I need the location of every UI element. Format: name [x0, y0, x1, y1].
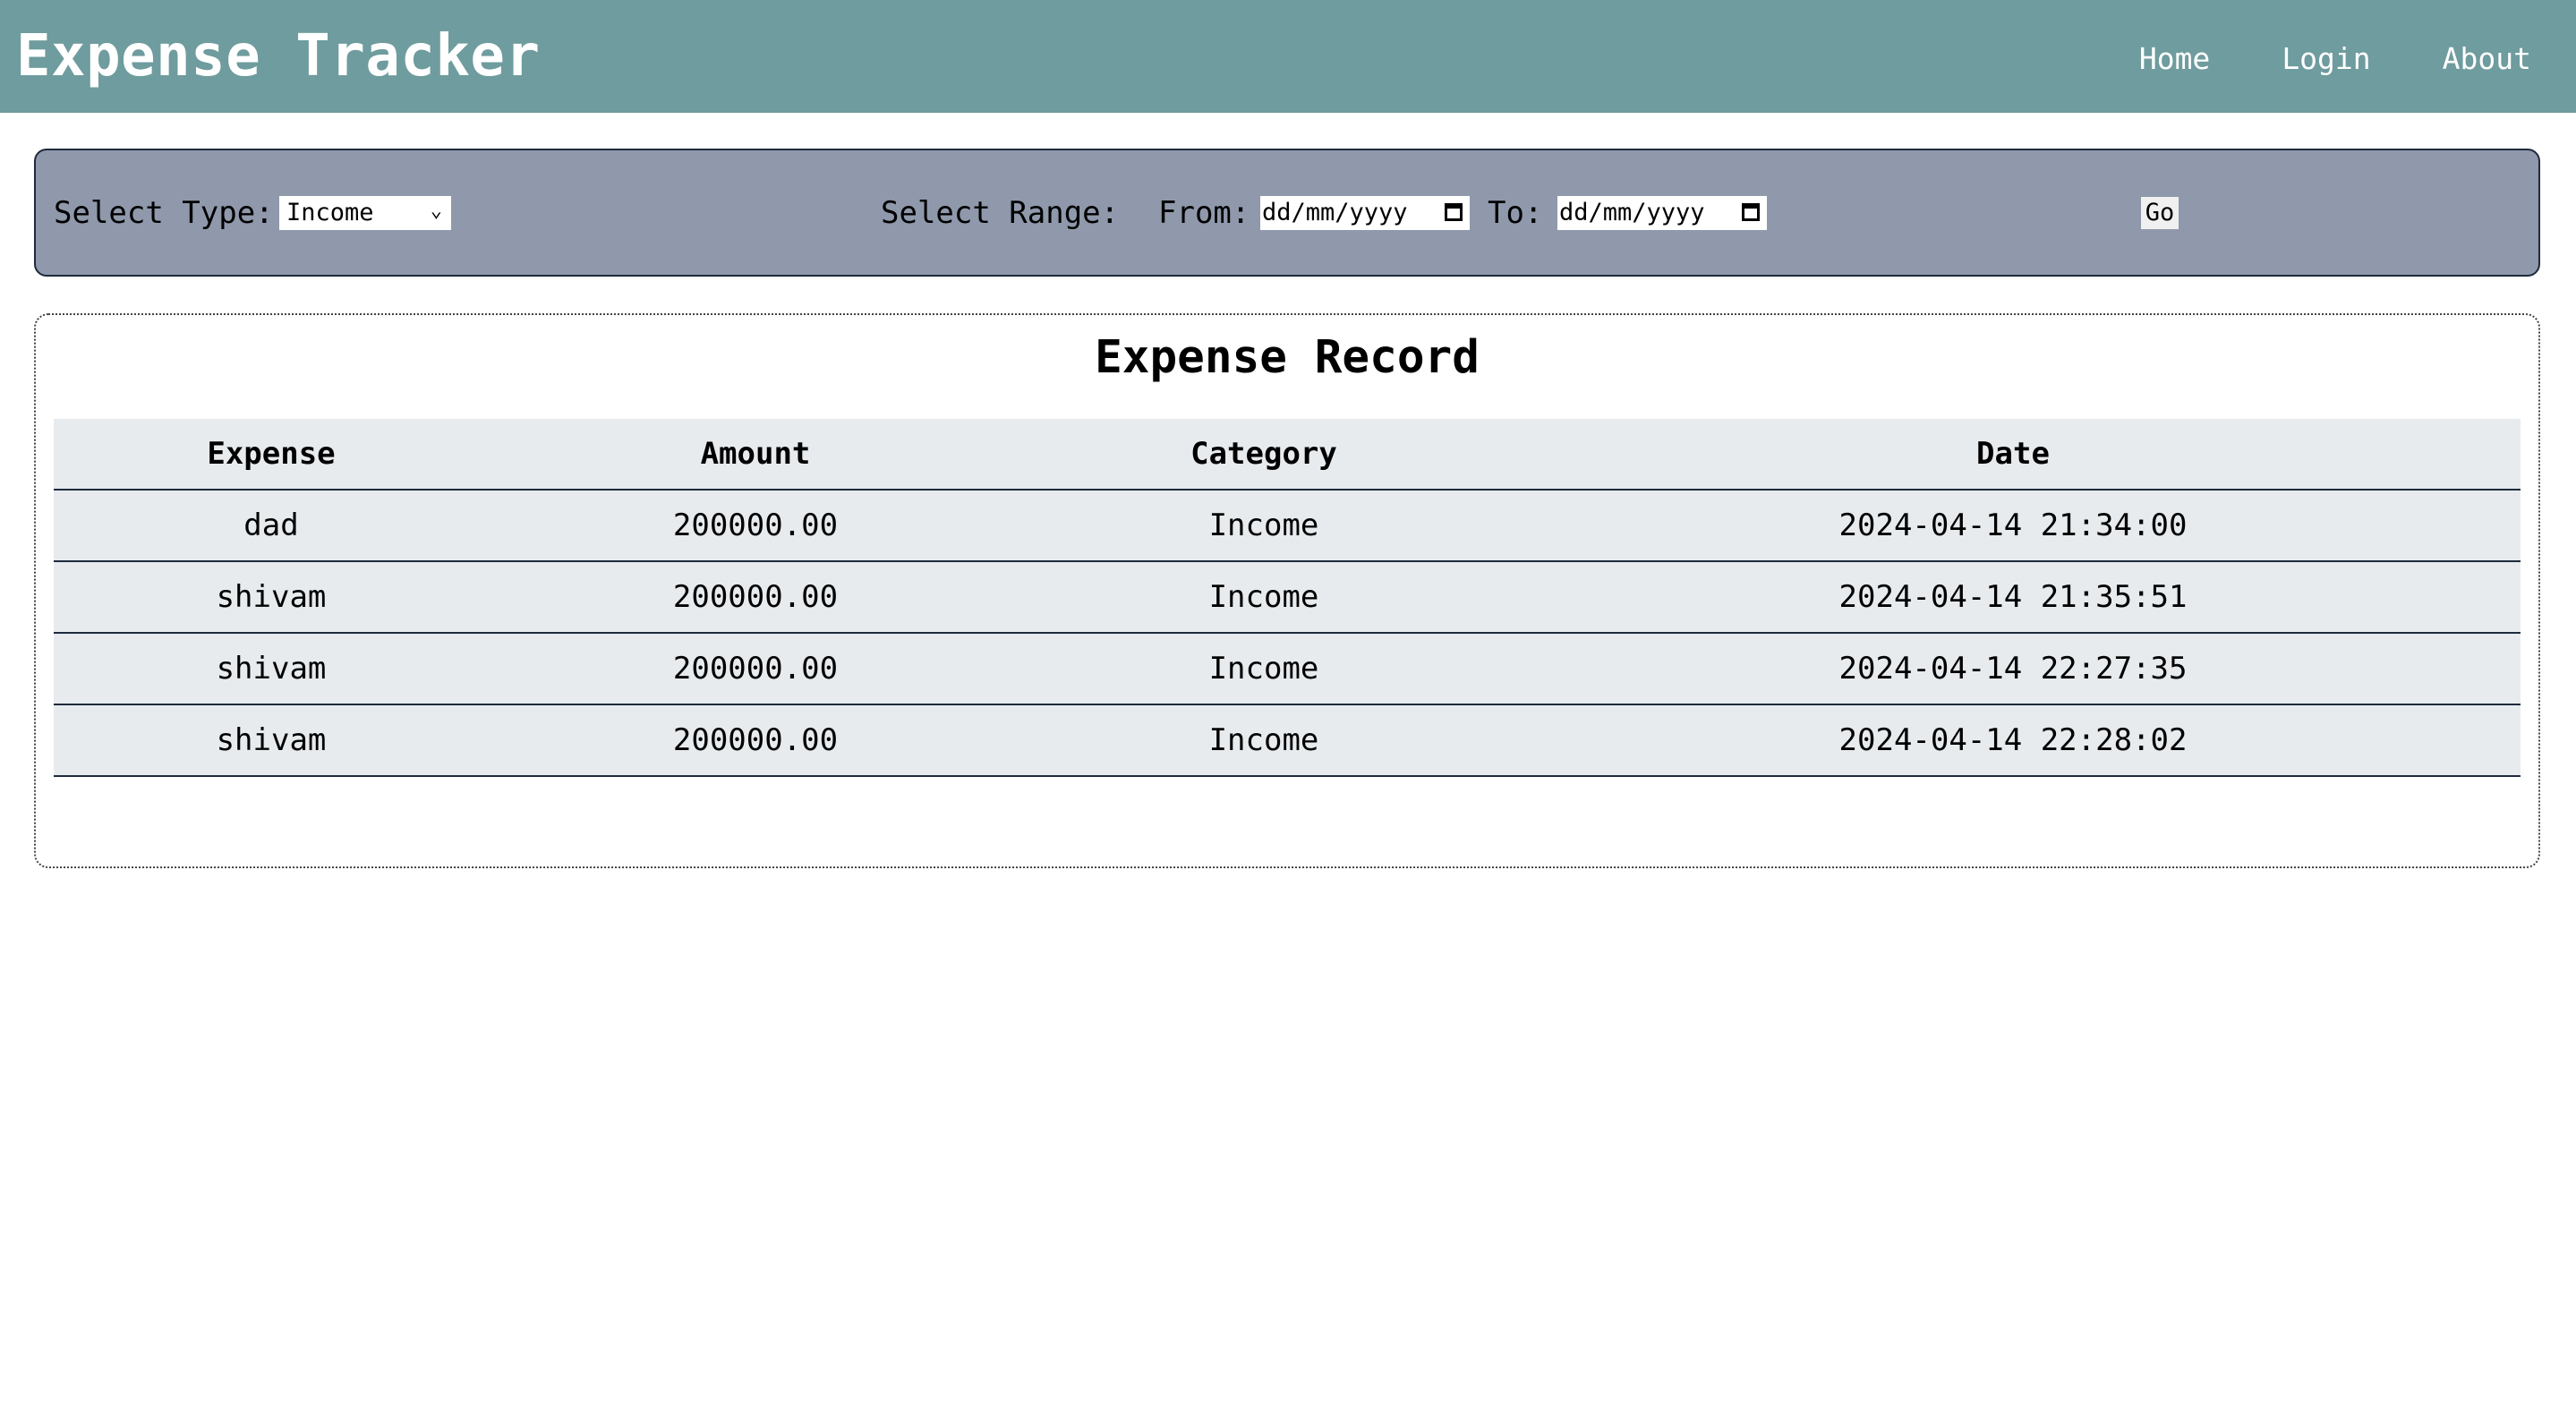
from-date-input[interactable]: dd/mm/yyyy: [1260, 195, 1470, 230]
top-navbar: Expense Tracker Home Login About: [0, 0, 2576, 113]
nav-links: Home Login About: [2139, 41, 2531, 76]
table-header-row: Expense Amount Category Date: [54, 419, 2521, 491]
filter-bar: Select Type: Income ⌄ Select Range: From…: [34, 149, 2540, 277]
nav-home-link[interactable]: Home: [2139, 41, 2210, 76]
calendar-icon[interactable]: [1445, 202, 1463, 221]
cell-expense: dad: [54, 490, 489, 562]
expense-record-panel: Expense Record Expense Amount Category D…: [34, 313, 2540, 868]
cell-amount: 200000.00: [489, 704, 1022, 777]
from-date-placeholder: dd/mm/yyyy: [1262, 199, 1408, 226]
cell-category: Income: [1022, 561, 1506, 634]
cell-date: 2024-04-14 22:27:35: [1506, 633, 2521, 705]
cell-date: 2024-04-14 21:35:51: [1506, 561, 2521, 634]
column-header-expense: Expense: [54, 419, 489, 491]
table-row: shivam 200000.00 Income 2024-04-14 21:35…: [54, 561, 2521, 634]
cell-date: 2024-04-14 21:34:00: [1506, 490, 2521, 562]
type-select[interactable]: Income ⌄: [279, 195, 451, 230]
to-date-input[interactable]: dd/mm/yyyy: [1557, 195, 1767, 230]
cell-date: 2024-04-14 22:28:02: [1506, 704, 2521, 777]
app-title: Expense Tracker: [16, 23, 541, 90]
cell-expense: shivam: [54, 704, 489, 777]
select-type-label: Select Type:: [54, 194, 274, 231]
column-header-date: Date: [1506, 419, 2521, 491]
cell-category: Income: [1022, 490, 1506, 562]
nav-about-link[interactable]: About: [2443, 41, 2531, 76]
record-title: Expense Record: [1095, 331, 1480, 384]
table-row: dad 200000.00 Income 2024-04-14 21:34:00: [54, 490, 2521, 562]
go-button[interactable]: Go: [2141, 196, 2179, 229]
cell-category: Income: [1022, 633, 1506, 705]
nav-login-link[interactable]: Login: [2282, 41, 2370, 76]
column-header-category: Category: [1022, 419, 1506, 491]
select-range-label: Select Range:: [881, 194, 1120, 231]
type-select-value: Income: [286, 199, 374, 226]
table-row: shivam 200000.00 Income 2024-04-14 22:27…: [54, 633, 2521, 705]
to-date-placeholder: dd/mm/yyyy: [1559, 199, 1705, 226]
column-header-amount: Amount: [489, 419, 1022, 491]
cell-category: Income: [1022, 704, 1506, 777]
expense-table: Expense Amount Category Date dad 200000.…: [54, 419, 2521, 777]
table-row: shivam 200000.00 Income 2024-04-14 22:28…: [54, 704, 2521, 777]
chevron-down-icon: ⌄: [430, 199, 442, 222]
cell-expense: shivam: [54, 561, 489, 634]
cell-expense: shivam: [54, 633, 489, 705]
cell-amount: 200000.00: [489, 561, 1022, 634]
calendar-icon[interactable]: [1742, 202, 1760, 221]
cell-amount: 200000.00: [489, 490, 1022, 562]
from-label: From:: [1158, 194, 1250, 231]
to-label: To:: [1488, 194, 1543, 231]
cell-amount: 200000.00: [489, 633, 1022, 705]
